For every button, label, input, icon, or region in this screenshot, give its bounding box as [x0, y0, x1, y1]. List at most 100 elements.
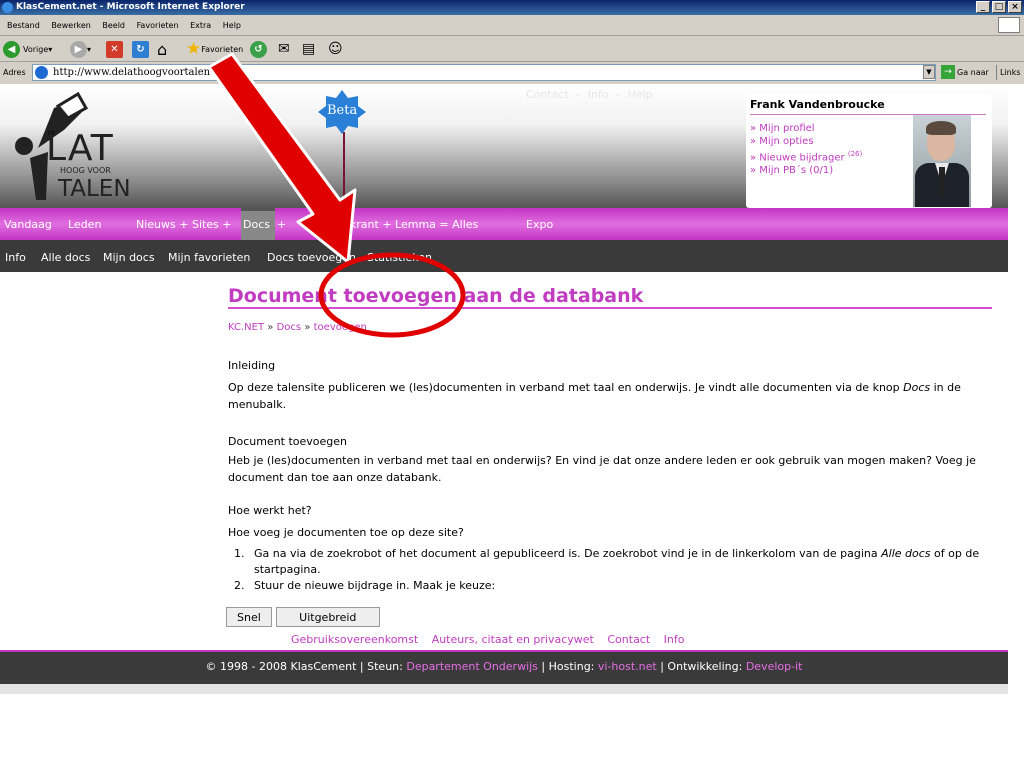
minimize-button[interactable]: _: [976, 1, 990, 13]
address-url: http://www.delathoogvoortalen: [53, 67, 211, 78]
toolbar: ◀ Vorige ▾ ▶ ▾ ✕ ↻ ⌂ ★ Favorieten ↺ ✉ ▤ …: [0, 36, 1024, 62]
menubar: Bestand Bewerken Beeld Favorieten Extra …: [0, 15, 1024, 36]
quick-button[interactable]: Snel: [226, 607, 272, 627]
link-my-profile[interactable]: » Mijn profiel: [750, 122, 862, 135]
beta-stem: [343, 132, 345, 206]
messenger-button[interactable]: ☺: [328, 40, 343, 58]
mail-icon: ✉: [278, 41, 290, 57]
main-nav: Vandaag Leden Nieuws + Sites + Docs + E-…: [0, 208, 1008, 240]
menu-beeld[interactable]: Beeld: [102, 21, 125, 30]
nav-nieuws-sites[interactable]: Nieuws + Sites +: [136, 218, 232, 231]
maximize-button[interactable]: □: [992, 1, 1006, 13]
list-item: Stuur de nieuwe bijdrage in. Maak je keu…: [248, 578, 992, 594]
topnav-help[interactable]: Help: [628, 88, 653, 101]
forward-arrow-icon: ▶: [70, 40, 87, 58]
home-icon: ⌂: [157, 39, 168, 59]
intro-text: Op deze talensite publiceren we (les)doc…: [228, 381, 961, 411]
footer-dev-label: | Ontwikkeling:: [660, 660, 743, 673]
avatar: [913, 115, 971, 207]
footer-dev-link[interactable]: Develop-it: [746, 660, 803, 673]
step1-em: Alle docs: [881, 547, 931, 560]
nav-vandaag[interactable]: Vandaag: [4, 218, 52, 231]
page-icon: [35, 66, 48, 79]
close-button[interactable]: ×: [1008, 1, 1022, 13]
steps-list: Ga na via de zoekrobot of het document a…: [228, 546, 992, 594]
add-text: Heb je (les)documenten in verband met ta…: [228, 454, 976, 484]
menu-help[interactable]: Help: [223, 21, 241, 30]
mail-button[interactable]: ✉: [278, 40, 290, 58]
history-button[interactable]: ↺: [250, 40, 267, 58]
window-titlebar: KlasCement.net - Microsoft Internet Expl…: [0, 0, 1024, 15]
breadcrumb-docs[interactable]: Docs: [277, 322, 302, 333]
menu-bestand[interactable]: Bestand: [7, 21, 40, 30]
print-button[interactable]: ▤: [302, 40, 315, 58]
topnav-sep: -: [576, 88, 581, 101]
address-input[interactable]: http://www.delathoogvoortalen: [32, 64, 936, 81]
windows-logo-icon: [998, 17, 1020, 33]
footer-bottom-bar: [0, 684, 1008, 694]
footer-sponsor-link[interactable]: Departement Onderwijs: [406, 660, 538, 673]
favorites-button[interactable]: ★ Favorieten: [186, 39, 243, 59]
nav-docs[interactable]: Docs: [243, 218, 270, 231]
subnav-all-docs[interactable]: Alle docs: [41, 251, 90, 264]
topnav-sep: -: [616, 88, 621, 101]
top-nav: Contact - Info - Help: [526, 88, 657, 101]
nav-plus: +: [277, 218, 287, 231]
menu-bewerken[interactable]: Bewerken: [51, 21, 91, 30]
sub-nav: Info Alle docs Mijn docs Mijn favorieten…: [0, 240, 1008, 272]
addressbar: Adres http://www.delathoogvoortalen ▼ → G…: [0, 62, 1024, 84]
footer-links: Gebruiksovereenkomst Auteurs, citaat en …: [291, 633, 695, 646]
address-dropdown-icon[interactable]: ▼: [923, 65, 935, 79]
breadcrumb-home[interactable]: KC.NET: [228, 322, 264, 333]
links-button[interactable]: Links: [996, 65, 1021, 80]
nav-ekrant-lemma[interactable]: E-krant + Lemma = Alles: [339, 218, 478, 231]
link-my-options[interactable]: » Mijn opties: [750, 135, 862, 148]
footer-hosting-label: | Hosting:: [541, 660, 595, 673]
subnav-my-docs[interactable]: Mijn docs: [103, 251, 155, 264]
user-name: Frank Vandenbroucke: [750, 98, 885, 111]
menu-extra[interactable]: Extra: [190, 21, 211, 30]
site-logo[interactable]: DE LAT HOOG VOOR TALEN: [8, 88, 158, 208]
how-heading: Hoe werkt het?: [228, 504, 312, 517]
footer-copyright: © 1998 - 2008 KlasCement | Steun:: [205, 660, 403, 673]
go-arrow-icon: →: [941, 65, 955, 79]
home-button[interactable]: ⌂: [157, 39, 168, 59]
intro-heading: Inleiding: [228, 359, 276, 372]
stop-icon: ✕: [106, 40, 123, 58]
link-new-contributor[interactable]: » Nieuwe bijdrager (26): [750, 148, 862, 164]
title-divider: [228, 307, 992, 309]
footer-link-info[interactable]: Info: [664, 633, 685, 646]
beta-badge: Beta: [316, 88, 368, 136]
advanced-button[interactable]: Uitgebreid: [275, 607, 380, 627]
topnav-info[interactable]: Info: [588, 88, 609, 101]
list-item: Ga na via de zoekrobot of het document a…: [248, 546, 992, 578]
nav-leden[interactable]: Leden: [68, 218, 101, 231]
link-my-pbs[interactable]: » Mijn PB´s (0/1): [750, 164, 862, 177]
print-icon: ▤: [302, 41, 316, 57]
window-title: KlasCement.net - Microsoft Internet Expl…: [16, 2, 245, 12]
breadcrumb: KC.NET » Docs » toevoegen: [228, 322, 367, 333]
intro-em: Docs: [903, 381, 931, 394]
star-icon: ★: [186, 39, 202, 59]
subnav-my-favorites[interactable]: Mijn favorieten: [168, 251, 250, 264]
subnav-add-docs[interactable]: Docs toevoegen: [267, 251, 356, 264]
topnav-contact[interactable]: Contact: [526, 88, 569, 101]
subnav-info[interactable]: Info: [5, 251, 26, 264]
footer-host-link[interactable]: vi-host.net: [598, 660, 657, 673]
nav-expo[interactable]: Expo: [526, 218, 553, 231]
page-title: Document toevoegen aan de databank: [228, 285, 644, 307]
footer-link-terms[interactable]: Gebruiksovereenkomst: [291, 633, 418, 646]
footer-link-privacy[interactable]: Auteurs, citaat en privacywet: [432, 633, 594, 646]
stop-button[interactable]: ✕: [106, 40, 123, 58]
choice-buttons: Snel Uitgebreid: [226, 607, 384, 627]
menu-favorieten[interactable]: Favorieten: [137, 21, 179, 30]
refresh-button[interactable]: ↻: [132, 40, 149, 58]
footer-link-contact[interactable]: Contact: [607, 633, 650, 646]
refresh-icon: ↻: [132, 40, 149, 58]
back-button[interactable]: ◀ Vorige ▾: [3, 40, 52, 58]
forward-button[interactable]: ▶ ▾: [70, 40, 91, 58]
breadcrumb-current[interactable]: toevoegen: [314, 322, 367, 333]
go-button[interactable]: → Ga naar: [941, 65, 989, 79]
address-label: Adres: [3, 68, 26, 77]
subnav-statistics[interactable]: Statistieken: [367, 251, 432, 264]
